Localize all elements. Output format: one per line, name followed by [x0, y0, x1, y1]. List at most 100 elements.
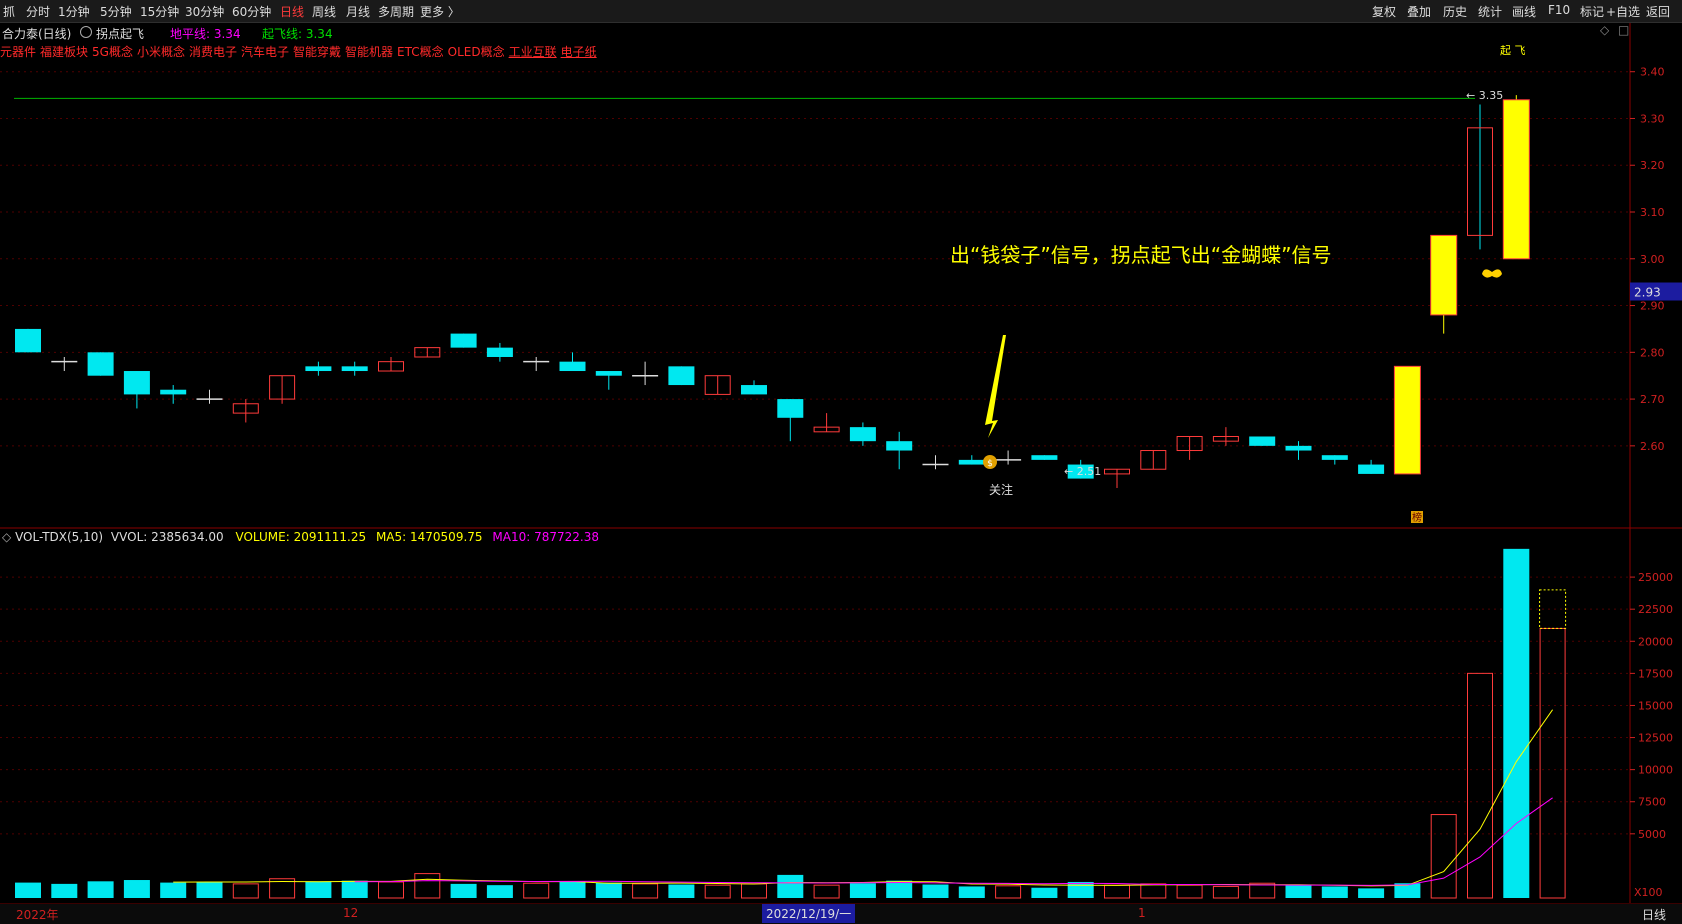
concept-tag-11[interactable]: 电子纸: [561, 45, 597, 59]
period-tab-9[interactable]: 多周期: [378, 3, 414, 20]
volume-tick-label: 22500: [1638, 603, 1673, 616]
date-label-jan: 1: [1138, 906, 1146, 920]
volume-bar: [1212, 885, 1239, 899]
date-label-start: 2022年: [16, 908, 59, 922]
volume-tick-label: 20000: [1638, 635, 1673, 648]
volume-bar: [1285, 885, 1312, 898]
candle-body: [123, 371, 150, 395]
toolbar-button-3[interactable]: 统计: [1478, 3, 1502, 20]
toolbar-button-8[interactable]: 返回: [1646, 3, 1670, 20]
toolbar-button-1[interactable]: 叠加: [1407, 3, 1431, 20]
concept-tag-0[interactable]: 元器件: [0, 45, 36, 59]
concept-tag-7[interactable]: 智能机器: [345, 45, 393, 59]
formula-icon[interactable]: [80, 26, 92, 38]
volume-bar: [922, 884, 949, 898]
volume-bar: [886, 880, 913, 898]
high-price-label: ← 3.35: [1466, 89, 1503, 102]
period-tab-1[interactable]: 1分钟: [58, 3, 90, 20]
toolbar-button-6[interactable]: 标记: [1580, 3, 1604, 20]
collapse-icon[interactable]: ◇: [2, 530, 11, 544]
toolbar-button-2[interactable]: 历史: [1443, 3, 1467, 20]
volume-bar: [595, 882, 622, 898]
candle-body: [1249, 436, 1276, 446]
period-tab-6[interactable]: 日线: [280, 3, 304, 20]
volume-bar: [1467, 672, 1493, 899]
candle-body: [305, 366, 332, 372]
takeoff-tag: 起 飞: [1500, 44, 1526, 57]
focus-label: 关注: [989, 482, 1013, 497]
candle-body: [1393, 365, 1421, 475]
volume-bar: [450, 883, 477, 898]
period-tab-2[interactable]: 5分钟: [100, 3, 132, 20]
volume-bar: [1104, 884, 1130, 899]
candle-body: [777, 399, 804, 418]
diamond-icon[interactable]: ◇: [1600, 23, 1609, 37]
stock-title: 合力泰(日线): [2, 27, 72, 41]
volume-bar: [668, 884, 695, 898]
volume-bar: [704, 884, 731, 899]
period-tab-0[interactable]: 分时: [26, 3, 50, 20]
toolbar-button-4[interactable]: 画线: [1512, 3, 1536, 20]
candle-body: [15, 328, 41, 353]
volume-bar: [958, 886, 985, 898]
period-tab-5[interactable]: 60分钟: [232, 3, 271, 20]
period-tab-4[interactable]: 30分钟: [185, 3, 224, 20]
concept-tag-4[interactable]: 消费电子: [189, 45, 237, 59]
volume-bar: [1321, 886, 1348, 898]
period-tab-8[interactable]: 月线: [346, 3, 370, 20]
volume-bar: [1539, 627, 1566, 899]
period-label[interactable]: 日线: [1642, 906, 1666, 923]
candle-body: [450, 333, 477, 348]
price-tick-label: 3.20: [1640, 159, 1665, 172]
toolbar-button-0[interactable]: 复权: [1372, 3, 1396, 20]
volume-bar: [559, 881, 586, 898]
butterfly-icon: [1482, 269, 1502, 278]
volume-tick-label: 10000: [1638, 764, 1673, 777]
app-menu-icon[interactable]: 抓: [3, 3, 15, 20]
period-tab-7[interactable]: 周线: [312, 3, 336, 20]
volume-bar: [15, 882, 41, 898]
price-tick-label: 3.30: [1640, 112, 1665, 125]
toolbar-button-7[interactable]: +自选: [1606, 3, 1640, 20]
candle-body: [160, 389, 187, 395]
candle-body: [886, 441, 913, 451]
date-axis: 2022年 12 2022/12/19/一 1 日线: [0, 903, 1682, 924]
volume-tick-label: 12500: [1638, 732, 1673, 745]
chart-canvas[interactable]: 3.40 3.30 3.20 3.10 3.00 2.90 2.80 2.70 2.60 2500…: [0, 0, 1682, 923]
square-icon[interactable]: □: [1618, 23, 1629, 37]
volume-bar: [414, 873, 441, 899]
vol-indicator-name[interactable]: VOL-TDX(5,10): [15, 530, 103, 544]
price-tick-label: 2.80: [1640, 346, 1665, 359]
low-price-label: ← 2.51: [1064, 465, 1101, 478]
period-tab-10[interactable]: 更多 〉: [420, 3, 460, 20]
price-tick-label: 3.00: [1640, 253, 1665, 266]
volume-bar: [232, 883, 259, 899]
concept-tag-6[interactable]: 智能穿戴: [293, 45, 341, 59]
concept-tag-9[interactable]: OLED概念: [448, 45, 505, 59]
concept-tag-3[interactable]: 小米概念: [137, 45, 185, 59]
candle-body: [559, 361, 586, 372]
concept-tag-8[interactable]: ETC概念: [397, 45, 444, 59]
ma5-line: [173, 709, 1554, 887]
period-tab-3[interactable]: 15分钟: [140, 3, 179, 20]
concept-tag-5[interactable]: 汽车电子: [241, 45, 289, 59]
concept-tag-1[interactable]: 福建板块: [40, 45, 88, 59]
volume-tick-label: 7500: [1638, 796, 1666, 809]
toolbar-button-5[interactable]: F10: [1548, 3, 1570, 17]
volume-bar: [1503, 548, 1530, 898]
volume-bar: [1067, 881, 1094, 898]
volume-value: VOLUME: 2091111.25: [235, 530, 367, 544]
volume-bar: [1358, 888, 1385, 898]
volume-bar: [777, 874, 804, 898]
concept-tag-10[interactable]: 工业互联: [509, 45, 557, 59]
price-tick-label: 3.40: [1640, 66, 1665, 79]
volume-bar: [995, 885, 1022, 899]
concept-tag-2[interactable]: 5G概念: [92, 45, 133, 59]
volume-bar: [378, 881, 404, 899]
formula-name[interactable]: 拐点起飞: [96, 25, 144, 42]
volume-bar: [813, 884, 840, 899]
volume-header: ◇ VOL-TDX(5,10) VVOL: 2385634.00 VOLUME:…: [2, 530, 599, 544]
volume-tick-label: 15000: [1638, 699, 1673, 712]
candle-body: [1358, 464, 1385, 474]
volume-bar: [741, 883, 767, 899]
